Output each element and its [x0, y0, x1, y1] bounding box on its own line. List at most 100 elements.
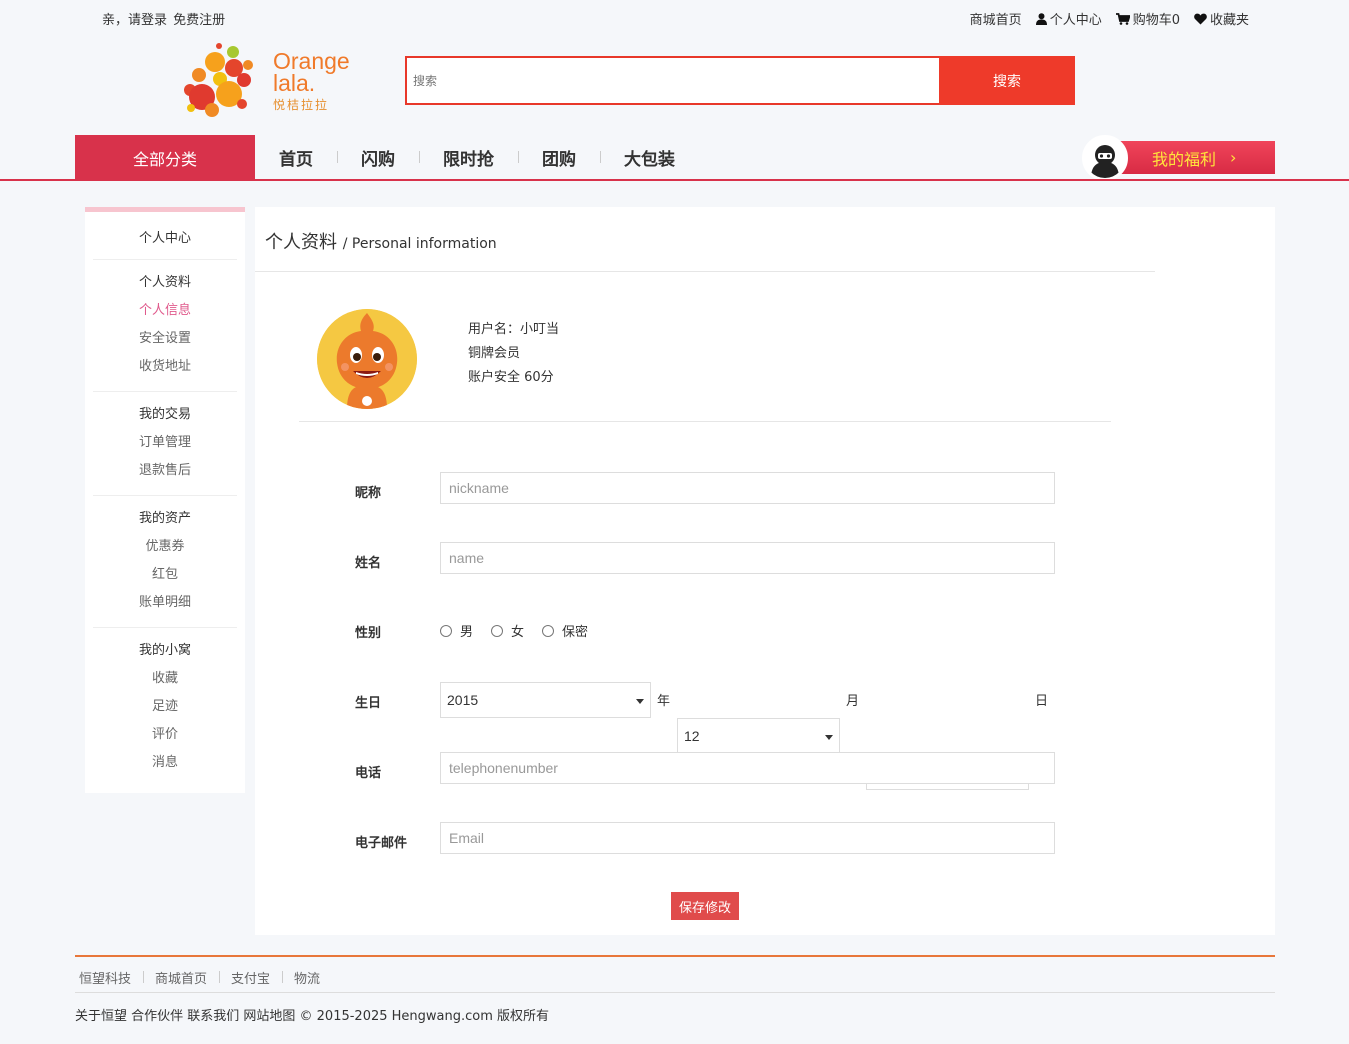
mascot-icon — [1085, 138, 1125, 178]
day-unit: 日 — [1035, 694, 1049, 709]
sidebar-item-reviews[interactable]: 评价 — [93, 721, 237, 749]
heart-icon — [1194, 13, 1207, 24]
nav-home[interactable]: 首页 — [255, 145, 337, 170]
all-categories-button[interactable]: 全部分类 — [75, 135, 255, 180]
birth-month-select[interactable]: 12 — [677, 718, 840, 754]
radio-circle-icon — [542, 624, 555, 637]
account-security: 账户安全 60分 — [468, 370, 554, 385]
nav-limited-time[interactable]: 限时抢 — [419, 145, 518, 170]
my-welfare-button[interactable]: 我的福利 › — [1118, 141, 1275, 174]
save-button[interactable]: 保存修改 — [671, 892, 739, 920]
sidebar-group-title: 我的小窝 — [138, 643, 191, 658]
sidebar-group-profile: 个人资料 个人信息 安全设置 收货地址 — [93, 260, 237, 392]
cart-label: 购物车0 — [1132, 13, 1180, 28]
mall-home-link[interactable]: 商城首页 — [970, 9, 1022, 28]
gender-secret-radio[interactable]: 保密 — [542, 621, 588, 640]
footer-link-logistics[interactable]: 物流 — [282, 968, 332, 987]
logo-line2: lala. — [273, 70, 316, 96]
favorites-link[interactable]: 收藏夹 — [1194, 9, 1249, 28]
top-links: 商城首页 个人中心 购物车0 收藏夹 — [970, 9, 1249, 28]
sidebar-group-nest: 我的小窝 收藏 足迹 评价 消息 — [93, 628, 237, 787]
page-title-cn: 个人资料 — [265, 232, 337, 253]
email-label: 电子邮件 — [355, 836, 408, 851]
nav-bulk-pack[interactable]: 大包装 — [600, 145, 699, 170]
welfare-avatar — [1082, 135, 1128, 181]
search-box — [405, 56, 941, 105]
personal-center-label: 个人中心 — [1049, 13, 1102, 28]
search-input[interactable] — [407, 58, 941, 103]
sidebar-item-address[interactable]: 收货地址 — [93, 353, 237, 381]
user-icon — [1035, 12, 1047, 25]
footer-divider-2 — [75, 992, 1275, 993]
username: 用户名：小叮当 — [468, 322, 560, 337]
avatar[interactable] — [317, 309, 417, 409]
sidebar-item-coupons[interactable]: 优惠券 — [93, 533, 237, 561]
footer-divider — [75, 955, 1275, 957]
gender-radio-group: 男 女 保密 — [440, 621, 588, 640]
footer-link-mall-home[interactable]: 商城首页 — [143, 968, 219, 987]
title-divider — [255, 271, 1155, 272]
sidebar-item-bills[interactable]: 账单明细 — [93, 589, 237, 617]
favorites-label: 收藏夹 — [1209, 13, 1249, 28]
sidebar-header: 个人中心 — [93, 212, 237, 260]
nav-flash-sale[interactable]: 闪购 — [337, 145, 419, 170]
email-input[interactable]: Email — [440, 822, 1055, 854]
page-title-en: / Personal information — [342, 236, 497, 252]
gender-male-radio[interactable]: 男 — [440, 621, 473, 640]
sidebar-group-title: 我的资产 — [138, 511, 191, 526]
personal-center-link[interactable]: 个人中心 — [1035, 9, 1102, 28]
sidebar-item-messages[interactable]: 消息 — [93, 749, 237, 777]
cart-link[interactable]: 购物车0 — [1115, 9, 1180, 28]
login-link[interactable]: 亲，请登录 — [102, 13, 167, 28]
footer-link-company[interactable]: 恒望科技 — [75, 968, 143, 987]
sidebar-item-personal-info[interactable]: 个人信息 — [93, 297, 237, 325]
cart-icon — [1115, 12, 1130, 25]
sidebar-item-footprints[interactable]: 足迹 — [93, 693, 237, 721]
page-title: 个人资料 / Personal information — [265, 228, 497, 254]
footer-copyright: 关于恒望 合作伙伴 联系我们 网站地图 © 2015-2025 Hengwang… — [75, 1009, 550, 1024]
sidebar-item-refunds[interactable]: 退款售后 — [93, 457, 237, 485]
register-link[interactable]: 免费注册 — [173, 13, 225, 28]
info-divider — [299, 421, 1111, 422]
radio-circle-icon — [440, 624, 452, 637]
search-button[interactable]: 搜索 — [939, 56, 1075, 105]
welfare-label: 我的福利 — [1152, 149, 1217, 169]
sidebar-group-assets: 我的资产 优惠券 红包 账单明细 — [93, 496, 237, 628]
gender-female-radio[interactable]: 女 — [491, 621, 524, 640]
sidebar-item-red-packets[interactable]: 红包 — [93, 561, 237, 589]
sidebar-item-collections[interactable]: 收藏 — [93, 665, 237, 693]
chevron-right-icon: › — [1230, 148, 1237, 167]
phone-input[interactable]: telephonenumber — [440, 752, 1055, 784]
sidebar-group-title: 个人资料 — [138, 275, 191, 290]
birth-year-select[interactable]: 2015 — [440, 682, 651, 718]
gender-female-label: 女 — [511, 625, 525, 640]
main-nav: 首页 闪购 限时抢 团购 大包装 — [255, 135, 699, 180]
name-input[interactable]: name — [440, 542, 1055, 574]
month-unit: 月 — [846, 694, 860, 709]
logo-wordmark: Orange lala. 悦桔拉拉 — [273, 50, 350, 112]
nav-group-buy[interactable]: 团购 — [518, 145, 600, 170]
name-label: 姓名 — [355, 556, 382, 571]
login-register-bar: 亲，请登录 免费注册 — [102, 9, 227, 28]
sidebar-group-title: 我的交易 — [138, 407, 191, 422]
footer-link-alipay[interactable]: 支付宝 — [219, 968, 282, 987]
footer-links: 恒望科技 商城首页 支付宝 物流 — [75, 968, 332, 987]
nickname-label: 昵称 — [355, 486, 382, 501]
member-level: 铜牌会员 — [468, 346, 521, 361]
gender-label: 性别 — [355, 626, 382, 641]
gender-secret-label: 保密 — [562, 625, 589, 640]
mascot-avatar-icon — [317, 309, 417, 409]
phone-label: 电话 — [355, 766, 382, 781]
nav-divider — [0, 179, 1349, 181]
sidebar: 个人中心 个人资料 个人信息 安全设置 收货地址 我的交易 订单管理 退款售后 … — [85, 207, 245, 793]
sidebar-item-security[interactable]: 安全设置 — [93, 325, 237, 353]
radio-circle-icon — [491, 624, 504, 637]
logo-chinese: 悦桔拉拉 — [273, 98, 330, 112]
year-unit: 年 — [657, 694, 671, 709]
birthday-label: 生日 — [355, 696, 382, 711]
user-info: 用户名：小叮当 铜牌会员 账户安全 60分 — [468, 318, 559, 390]
sidebar-title[interactable]: 个人中心 — [93, 225, 237, 253]
nickname-input[interactable]: nickname — [440, 472, 1055, 504]
sidebar-item-orders[interactable]: 订单管理 — [93, 429, 237, 457]
gender-male-label: 男 — [460, 625, 474, 640]
